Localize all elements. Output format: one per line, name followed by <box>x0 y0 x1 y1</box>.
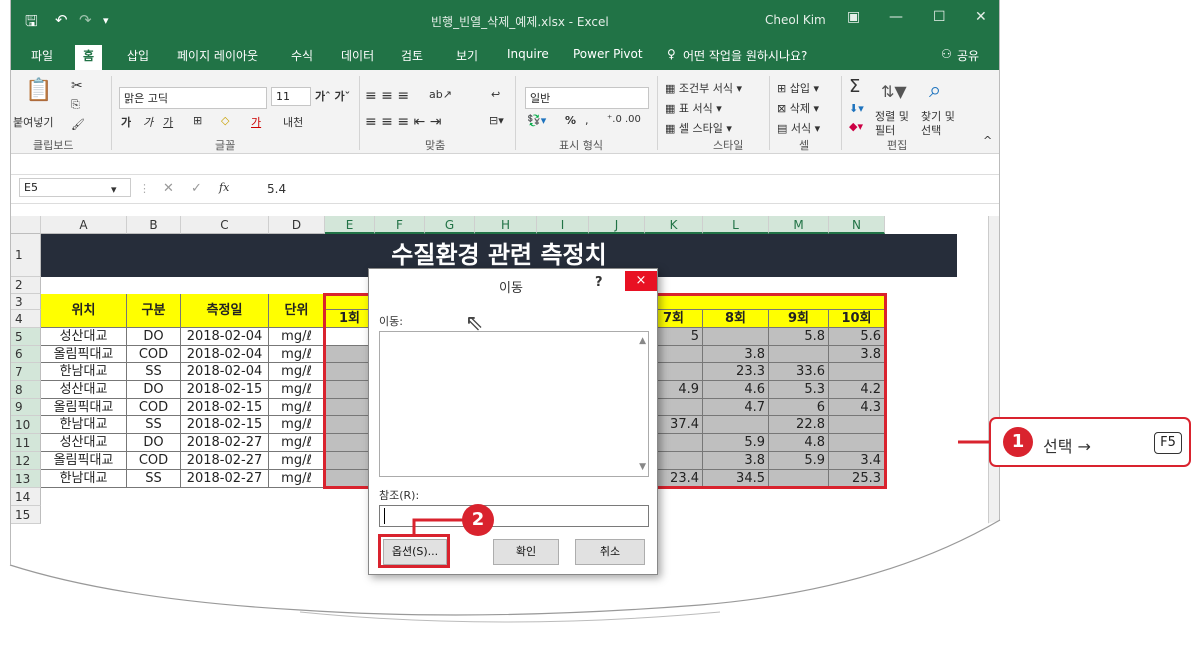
callout-text: 선택 → <box>1043 437 1091 456</box>
f5-key-icon: F5 <box>1154 432 1182 454</box>
step-2-marker: 2 <box>462 504 494 536</box>
step-1-marker: 1 <box>1003 427 1033 457</box>
step2-leader-line <box>412 440 990 534</box>
step-1-callout: 1 선택 → F5 <box>989 417 1191 467</box>
